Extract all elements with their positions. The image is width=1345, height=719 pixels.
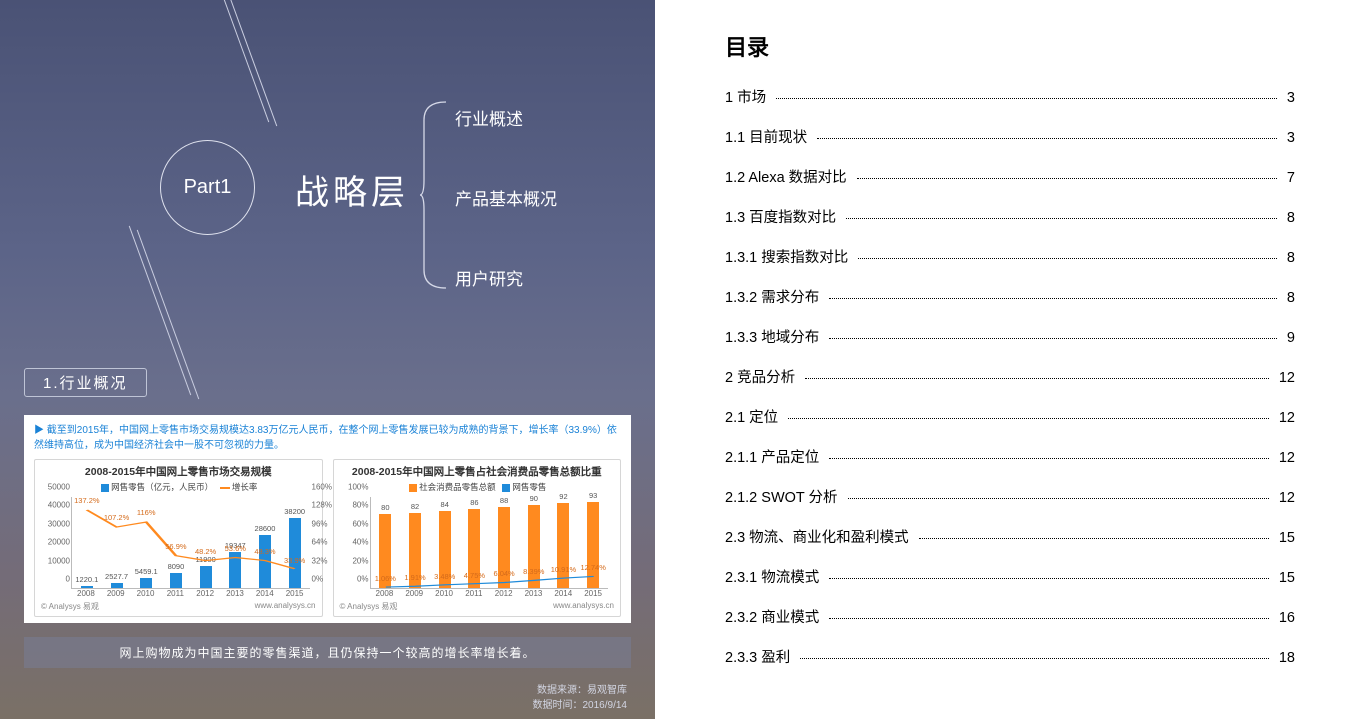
toc-label: 1.3.2 需求分布 xyxy=(725,286,825,307)
chart-2-title: 2008-2015年中国网上零售占社会消费品零售总额比重 xyxy=(340,464,615,479)
sub-item: 产品基本概况 xyxy=(455,185,557,210)
toc-label: 2.3.1 物流模式 xyxy=(725,566,825,587)
toc-row: 1.1 目前现状 3 xyxy=(725,126,1295,147)
toc-page: 12 xyxy=(1273,490,1295,506)
toc-page: 18 xyxy=(1273,650,1295,666)
toc-page: 8 xyxy=(1281,250,1295,266)
toc-page: 12 xyxy=(1273,450,1295,466)
chart-2-legend: 社会消费品零售总额 网售零售 xyxy=(340,481,615,493)
toc-label: 2.3.2 商业模式 xyxy=(725,606,825,627)
toc-label: 1.1 目前现状 xyxy=(725,126,813,147)
toc-label: 1.3.3 地域分布 xyxy=(725,326,825,347)
toc-row: 2.1.2 SWOT 分析 12 xyxy=(725,486,1295,507)
toc-page: 3 xyxy=(1281,130,1295,146)
toc-row: 1.3.2 需求分布 8 xyxy=(725,286,1295,307)
toc-page: 12 xyxy=(1273,410,1295,426)
chart-1-title: 2008-2015年中国网上零售市场交易规模 xyxy=(41,464,316,479)
slide-sub-items: 行业概述 产品基本概况 用户研究 xyxy=(455,105,557,290)
chart-container: ▶ 截至到2015年，中国网上零售市场交易规模达3.83万亿元人民币，在整个网上… xyxy=(24,415,631,623)
toc-page: 7 xyxy=(1281,170,1295,186)
toc-row: 2.3.2 商业模式 16 xyxy=(725,606,1295,627)
chart-2: 2008-2015年中国网上零售占社会消费品零售总额比重 社会消费品零售总额 网… xyxy=(333,459,622,617)
toc-row: 1.3.1 搜索指数对比 8 xyxy=(725,246,1295,267)
toc-label: 2.3.3 盈利 xyxy=(725,646,796,667)
chart-footer-left: © Analysys 易观 xyxy=(41,601,99,612)
source-label: 数据来源：易观智库 xyxy=(533,683,628,698)
toc-label: 1 市场 xyxy=(725,86,772,107)
toc-page: 8 xyxy=(1281,290,1295,306)
toc-page: 15 xyxy=(1273,570,1295,586)
toc-row: 1 市场 3 xyxy=(725,86,1295,107)
toc-row: 1.3.3 地域分布 9 xyxy=(725,326,1295,347)
chart-caption: 网上购物成为中国主要的零售渠道，且仍保持一个较高的增长率增长着。 xyxy=(24,637,631,668)
toc-page: 3 xyxy=(1281,90,1295,106)
chart-2-plot: 0%20%40%60%80%100%80828486889092931.06%1… xyxy=(370,497,609,589)
toc-row: 2.1.1 产品定位 12 xyxy=(725,446,1295,467)
toc-page: 8 xyxy=(1281,210,1295,226)
sub-item: 用户研究 xyxy=(455,265,557,290)
toc-title: 目录 xyxy=(725,30,1295,62)
toc-row: 2.3.1 物流模式 15 xyxy=(725,566,1295,587)
toc-row: 2.1 定位 12 xyxy=(725,406,1295,427)
chart-1: 2008-2015年中国网上零售市场交易规模 网售零售（亿元，人民币） 增长率 … xyxy=(34,459,323,617)
chart-1-plot: 00%1000032%2000064%3000096%40000128%5000… xyxy=(71,497,310,589)
toc-label: 2.1 定位 xyxy=(725,406,784,427)
toc-page: 9 xyxy=(1281,330,1295,346)
toc-label: 2.3 物流、商业化和盈利模式 xyxy=(725,526,915,547)
toc-label: 1.3 百度指数对比 xyxy=(725,206,842,227)
toc-label: 1.2 Alexa 数据对比 xyxy=(725,166,853,187)
chart-footer-left: © Analysys 易观 xyxy=(340,601,398,612)
toc-row: 1.2 Alexa 数据对比 7 xyxy=(725,166,1295,187)
toc-row: 2 竞品分析 12 xyxy=(725,366,1295,387)
toc-label: 2 竞品分析 xyxy=(725,366,801,387)
chart-1-legend: 网售零售（亿元，人民币） 增长率 xyxy=(41,481,316,493)
toc-row: 2.3 物流、商业化和盈利模式 15 xyxy=(725,526,1295,547)
toc-label: 2.1.2 SWOT 分析 xyxy=(725,486,844,507)
toc-list: 1 市场 3 1.1 目前现状 3 1.2 Alexa 数据对比 7 1.3 百度指数对比 8… xyxy=(725,86,1295,667)
toc-page: 16 xyxy=(1273,610,1295,626)
slide-bottom-section: 1.行业概况 ▶ 截至到2015年，中国网上零售市场交易规模达3.83万亿元人民… xyxy=(0,360,655,719)
part-circle: Part1 xyxy=(160,140,255,235)
toc-label: 1.3.1 搜索指数对比 xyxy=(725,246,854,267)
slide-main-title: 战略层 xyxy=(295,165,409,214)
source-info: 数据来源：易观智库 数据时间：2016/9/14 xyxy=(533,683,628,713)
toc-label: 2.1.1 产品定位 xyxy=(725,446,825,467)
sub-item: 行业概述 xyxy=(455,105,557,130)
part-label: Part1 xyxy=(184,176,232,199)
toc-page: 15 xyxy=(1273,530,1295,546)
toc-row: 1.3 百度指数对比 8 xyxy=(725,206,1295,227)
slide-top-section: Part1 战略层 行业概述 产品基本概况 用户研究 xyxy=(0,0,655,350)
toc-page: 12 xyxy=(1273,370,1295,386)
toc-panel: 目录 1 市场 3 1.1 目前现状 3 1.2 Alexa 数据对比 7 1.3 百度指数… xyxy=(655,0,1345,719)
presentation-slide-panel: Part1 战略层 行业概述 产品基本概况 用户研究 1.行业概况 ▶ 截至到2… xyxy=(0,0,655,719)
chart-intro-text: ▶ 截至到2015年，中国网上零售市场交易规模达3.83万亿元人民币，在整个网上… xyxy=(34,423,621,453)
chart-footer-right: www.analysys.cn xyxy=(255,601,316,612)
toc-row: 2.3.3 盈利 18 xyxy=(725,646,1295,667)
section-header-tab: 1.行业概况 xyxy=(24,368,147,397)
bracket-icon xyxy=(420,100,446,290)
chart-footer-right: www.analysys.cn xyxy=(553,601,614,612)
